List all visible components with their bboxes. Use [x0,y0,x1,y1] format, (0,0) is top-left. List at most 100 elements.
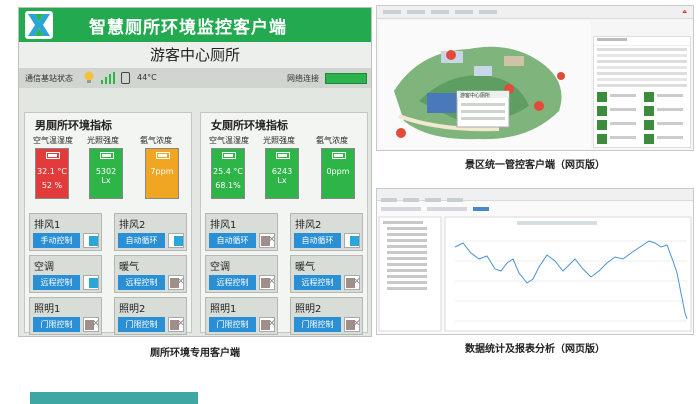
toggle-switch[interactable]: ✕ [259,317,276,332]
mode-button[interactable]: 手动控制 [33,233,80,248]
control-name: 空调 [34,262,54,273]
control-light1: 照明1 门限控制 ✕ [205,297,278,335]
toggle-switch[interactable] [83,233,99,248]
restroom-client-window: 智慧厕所环境监控客户端 游客中心厕所 通信基站状态 44°C 网络连接 男厕所环… [18,7,372,337]
close-icon: ✕ [353,277,361,287]
control-name: 照明2 [119,304,146,315]
female-restroom-panel: 女厕所环境指标 空气温湿度 光照强度 氨气浓度 25.4 °C 68.1% 62… [200,112,368,335]
toggle-switch[interactable] [83,275,99,290]
chart-web-caption: 数据统计及报表分析（网页版） [465,344,605,355]
control-name: 照明1 [34,304,61,315]
metric-label-light: 光照强度 [263,136,295,145]
mode-button[interactable]: 远程控制 [209,275,256,290]
mode-button[interactable]: 远程控制 [294,275,341,290]
realtime-data-panel [593,36,691,148]
mode-button[interactable]: 门限控制 [33,317,80,332]
toggle-knob [89,236,98,246]
humidity-value: 52 % [41,181,63,190]
humidity-value: 68.1% [215,181,241,190]
mode-button[interactable]: 自动循环 [118,233,165,248]
chart-web-screenshot [376,188,694,335]
ammonia-value: 0ppm [326,167,350,176]
device-icon [121,72,130,84]
toggle-switch[interactable]: ✕ [344,317,361,332]
close-icon: ✕ [177,319,185,329]
metric-label-temp-humidity: 空气温湿度 [209,136,249,145]
mode-button[interactable]: 门限控制 [209,317,256,332]
data-table-thumbnail [597,48,687,144]
control-name: 照明2 [295,304,322,315]
battery-icon [332,152,346,159]
male-restroom-panel: 男厕所环境指标 空气温湿度 光照强度 氨气浓度 32.1 °C 52 % 530… [24,112,192,335]
battery-icon [222,152,236,159]
control-name: 空调 [210,262,230,273]
toggle-switch[interactable]: ✕ [168,275,185,290]
toggle-knob [350,236,359,246]
toggle-switch[interactable]: ✕ [168,317,185,332]
temp-value: 32.1 °C [37,167,67,176]
app-logo [25,11,53,39]
close-icon: ✕ [268,319,276,329]
close-icon: ✕ [268,235,276,245]
location-title: 游客中心厕所 [19,42,371,69]
close-icon: ✕ [177,277,185,287]
metric-label-ammonia: 氨气浓度 [140,136,172,145]
close-icon: ✕ [353,319,361,329]
scenic-area-map[interactable]: 游客中心厕所 [379,21,591,149]
web-toolbar [377,189,693,202]
decorative-bar [30,392,198,404]
toggle-switch[interactable] [168,233,184,248]
toggle-knob [89,278,98,288]
light-card: 5302 Lx [89,148,123,199]
exit-icon[interactable]: ⏏ [682,9,687,15]
network-label: 网络连接 [287,74,319,83]
toggle-switch[interactable]: ✕ [259,233,276,248]
control-heater: 暖气 远程控制 ✕ [290,255,363,293]
control-name: 暖气 [119,262,139,273]
mode-button[interactable]: 门限控制 [294,317,341,332]
control-name: 排风2 [119,220,146,231]
control-light2: 照明2 门限控制 ✕ [114,297,187,335]
mode-button[interactable]: 远程控制 [33,275,80,290]
battery-icon [276,152,290,159]
ammonia-card: 7ppm [145,148,179,199]
battery-icon [100,152,114,159]
report-chart-thumbnail [378,207,692,332]
control-name: 排风1 [34,220,61,231]
app-title: 智慧厕所环境监控客户端 [89,18,287,38]
light-value: 6243 Lx [271,167,293,185]
control-heater: 暖气 远程控制 ✕ [114,255,187,293]
status-bar: 通信基站状态 44°C 网络连接 [19,69,371,88]
metric-label-temp-humidity: 空气温湿度 [33,136,73,145]
signal-icon [101,72,115,86]
client-header: 智慧厕所环境监控客户端 [19,8,371,42]
control-fan2: 排风2 自动循环 [114,213,187,251]
control-name: 排风2 [295,220,322,231]
mode-button[interactable]: 门限控制 [118,317,165,332]
panel-header [594,37,690,46]
toggle-knob [174,236,183,246]
mode-button[interactable]: 自动循环 [294,233,341,248]
control-fan2: 排风2 自动循环 [290,213,363,251]
control-light1: 照明1 门限控制 ✕ [29,297,102,335]
station-status-label: 通信基站状态 [25,74,73,83]
battery-icon [46,152,60,159]
toggle-switch[interactable] [344,233,360,248]
client-caption: 厕所环境专用客户端 [150,348,240,359]
network-indicator [325,73,367,84]
toggle-switch[interactable]: ✕ [259,275,276,290]
mode-button[interactable]: 远程控制 [118,275,165,290]
control-fan1: 排风1 手动控制 [29,213,102,251]
close-icon: ✕ [92,319,100,329]
map-web-screenshot: ⏏ 游客中心厕所 [376,5,694,151]
toggle-switch[interactable]: ✕ [344,275,361,290]
light-value: 5302 Lx [95,167,117,185]
toggle-switch[interactable]: ✕ [83,317,100,332]
ammonia-card: 0ppm [321,148,355,199]
control-name: 暖气 [295,262,315,273]
female-panel-title: 女厕所环境指标 [211,119,288,132]
mode-button[interactable]: 自动循环 [209,233,256,248]
control-light2: 照明2 门限控制 ✕ [290,297,363,335]
control-ac: 空调 远程控制 ✕ [205,255,278,293]
close-icon: ✕ [268,277,276,287]
